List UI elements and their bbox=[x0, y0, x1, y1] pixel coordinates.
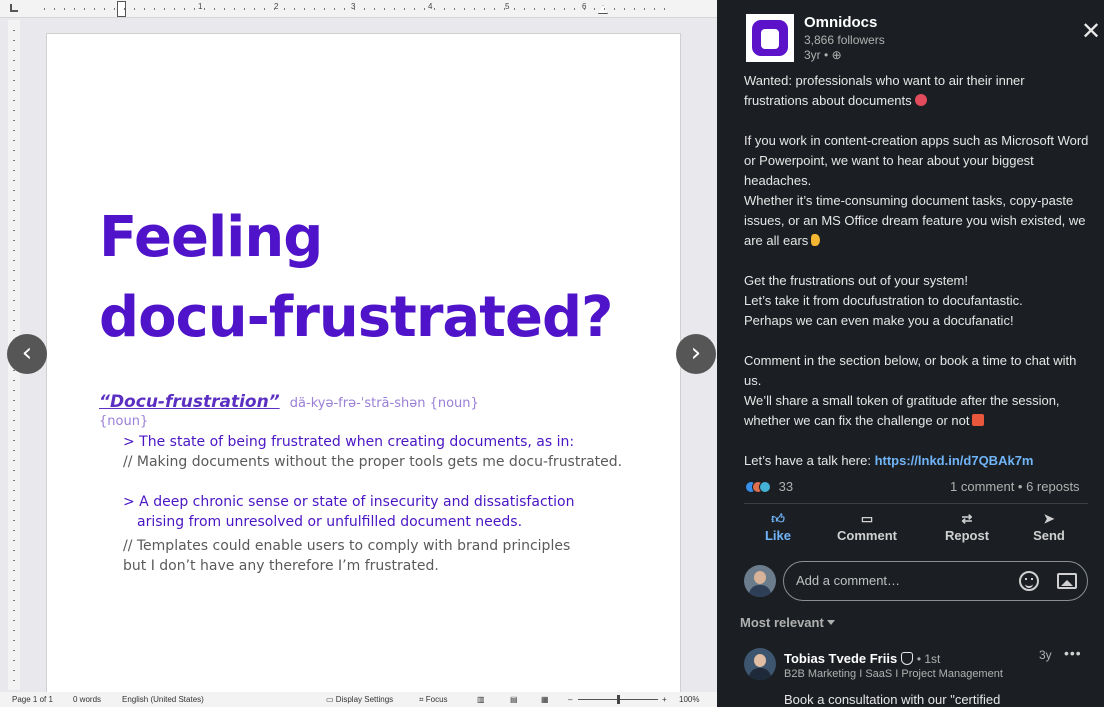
post-paragraph-1-line-2: frustrations about documents bbox=[744, 93, 912, 108]
page-count[interactable]: Page 1 of 1 bbox=[12, 695, 53, 704]
definition-1: > The state of being frustrated when cre… bbox=[123, 434, 575, 450]
sort-label: Most relevant bbox=[740, 615, 824, 630]
previous-slide-button[interactable]: ‹ bbox=[7, 334, 47, 374]
current-user-avatar[interactable] bbox=[744, 565, 776, 597]
company-name[interactable]: Omnidocs bbox=[804, 14, 877, 31]
print-layout-icon[interactable]: ▤ bbox=[510, 695, 518, 704]
connection-degree: • 1st bbox=[916, 652, 941, 666]
comment-box[interactable] bbox=[783, 561, 1088, 601]
globe-icon: ⊕ bbox=[831, 48, 842, 62]
divider bbox=[744, 503, 1088, 504]
repost-label: Repost bbox=[944, 528, 990, 543]
zoom-slider-thumb[interactable] bbox=[617, 695, 620, 704]
verified-icon bbox=[901, 652, 914, 665]
chevron-down-icon bbox=[826, 620, 835, 625]
image-icon[interactable] bbox=[1057, 573, 1077, 589]
post-paragraph-6: We’ll share a small token of gratitude a… bbox=[744, 391, 1094, 431]
comment-text: Book a consultation with our "certified bbox=[784, 692, 1001, 707]
word-count[interactable]: 0 words bbox=[73, 695, 101, 704]
focus-label: Focus bbox=[425, 695, 448, 704]
display-settings-label: Display Settings bbox=[335, 695, 394, 704]
web-layout-icon[interactable]: ▦ bbox=[541, 695, 549, 704]
send-button[interactable]: ➤ Send bbox=[1029, 510, 1069, 550]
commenter-headline: B2B Marketing I SaaS I Project Managemen… bbox=[784, 668, 1003, 680]
indent-marker-right[interactable] bbox=[598, 5, 608, 14]
horizontal-ruler: 1 2 3 4 5 6 bbox=[0, 0, 717, 18]
commenter-avatar[interactable] bbox=[744, 648, 776, 680]
language-indicator[interactable]: English (United States) bbox=[122, 695, 204, 704]
commenter-name-line: Tobias Tvede Friis • 1st bbox=[784, 651, 940, 666]
document-heading: Feeling docu-frustrated? bbox=[99, 198, 659, 358]
example-2-line-1: // Templates could enable users to compl… bbox=[123, 538, 571, 554]
definition-2-line-2: arising from unresolved or unfulfilled d… bbox=[137, 514, 523, 530]
angry-face-emoji-icon bbox=[914, 94, 927, 106]
example-2-line-2: but I don’t have any therefore I’m frust… bbox=[123, 558, 439, 574]
pronunciation: dä-kyə-frə-ˈstrā-shən {noun} bbox=[289, 396, 479, 411]
heading-line-2: docu-frustrated? bbox=[99, 285, 614, 350]
comment-label: Comment bbox=[837, 528, 897, 543]
comment-input[interactable] bbox=[796, 573, 996, 588]
next-slide-button[interactable]: › bbox=[676, 334, 716, 374]
thumbs-up-icon: 👍︎ bbox=[771, 511, 785, 526]
repost-button[interactable]: ⇄ Repost bbox=[937, 510, 997, 550]
close-icon[interactable]: ✕ bbox=[1079, 20, 1103, 44]
zoom-out-button[interactable]: – bbox=[568, 695, 572, 704]
comment-time: 3y bbox=[1039, 648, 1052, 662]
post-paragraph-2: If you work in content-creation apps suc… bbox=[744, 133, 1089, 188]
post-time-text: 3yr • bbox=[804, 48, 829, 62]
post-link[interactable]: https://lnkd.in/d7QBAk7m bbox=[875, 453, 1034, 468]
company-logo[interactable] bbox=[746, 14, 794, 62]
post-paragraph-4-line-3: Perhaps we can even make you a docufanat… bbox=[744, 313, 1014, 328]
reaction-count: 33 bbox=[778, 479, 794, 494]
send-label: Send bbox=[1033, 528, 1065, 543]
post-talk-prefix: Let’s have a talk here: bbox=[744, 453, 875, 468]
document-viewer: 1 2 3 4 5 6 Feeling docu-frustrated? “Do… bbox=[0, 0, 717, 707]
post-paragraph-3-text: Whether it’s time-consuming document tas… bbox=[744, 193, 1086, 248]
definition-2-line-1: > A deep chronic sense or state of insec… bbox=[123, 494, 575, 510]
noun-tag: {noun} bbox=[99, 414, 149, 429]
send-icon: ➤ bbox=[1043, 511, 1055, 526]
comments-reposts-count[interactable]: 1 comment • 6 reposts bbox=[950, 479, 1080, 494]
post-paragraph-4-line-1: Get the frustrations out of your system! bbox=[744, 273, 968, 288]
emoji-icon[interactable] bbox=[1019, 571, 1039, 591]
tab-stop-selector[interactable] bbox=[10, 4, 18, 12]
definition-block: “Docu-frustration” dä-kyə-frə-ˈstrā-shən… bbox=[99, 392, 659, 576]
zoom-level[interactable]: 100% bbox=[679, 695, 699, 704]
post-time: 3yr • ⊕ bbox=[804, 48, 842, 62]
funny-reaction-icon bbox=[759, 481, 771, 493]
more-options-icon[interactable]: ••• bbox=[1064, 645, 1082, 661]
post-paragraph-3: Whether it’s time-consuming document tas… bbox=[744, 191, 1094, 251]
post-body: Wanted: professionals who want to air th… bbox=[744, 71, 1094, 471]
post-paragraph-4-line-2: Let’s take it from docufustration to doc… bbox=[744, 293, 1023, 308]
logo-mark-inner bbox=[761, 29, 779, 49]
focus-button[interactable]: ⌗ Focus bbox=[419, 695, 448, 705]
post-paragraph-5: Comment in the section below, or book a … bbox=[744, 353, 1077, 388]
post-paragraph-1: Wanted: professionals who want to air th… bbox=[744, 71, 1094, 111]
reaction-summary[interactable]: 33 bbox=[745, 479, 793, 494]
post-talk-line: Let’s have a talk here: https://lnkd.in/… bbox=[744, 451, 1094, 471]
post-paragraph-6-text: We’ll share a small token of gratitude a… bbox=[744, 393, 1060, 428]
document-page[interactable]: Feeling docu-frustrated? “Docu-frustrati… bbox=[46, 33, 681, 703]
follower-count: 3,866 followers bbox=[804, 33, 885, 47]
status-bar: Page 1 of 1 0 words English (United Stat… bbox=[0, 692, 717, 707]
comment-icon: ▭ bbox=[860, 511, 874, 526]
sort-dropdown[interactable]: Most relevant bbox=[740, 615, 835, 630]
heading-line-1: Feeling bbox=[99, 205, 323, 270]
ear-emoji-icon bbox=[811, 234, 821, 246]
comment-button[interactable]: ▭ Comment bbox=[832, 510, 902, 550]
repost-icon: ⇄ bbox=[961, 511, 973, 526]
post-paragraph-1-line-1: Wanted: professionals who want to air th… bbox=[744, 73, 1025, 88]
commenter-name[interactable]: Tobias Tvede Friis bbox=[784, 651, 897, 666]
read-mode-icon[interactable]: ▥ bbox=[477, 695, 485, 704]
definition-term: “Docu-frustration” bbox=[99, 392, 280, 412]
like-button[interactable]: 👍︎ Like bbox=[757, 510, 799, 550]
post-panel: Omnidocs 3,866 followers 3yr • ⊕ ✕ Wante… bbox=[717, 0, 1104, 707]
like-label: Like bbox=[764, 528, 791, 543]
example-1: // Making documents without the proper t… bbox=[123, 454, 623, 470]
definition-term-line: “Docu-frustration” dä-kyə-frə-ˈstrā-shən… bbox=[99, 392, 659, 412]
zoom-in-button[interactable]: + bbox=[662, 695, 667, 704]
display-settings-button[interactable]: ▭ Display Settings bbox=[326, 695, 393, 704]
gift-emoji-icon bbox=[972, 414, 985, 426]
